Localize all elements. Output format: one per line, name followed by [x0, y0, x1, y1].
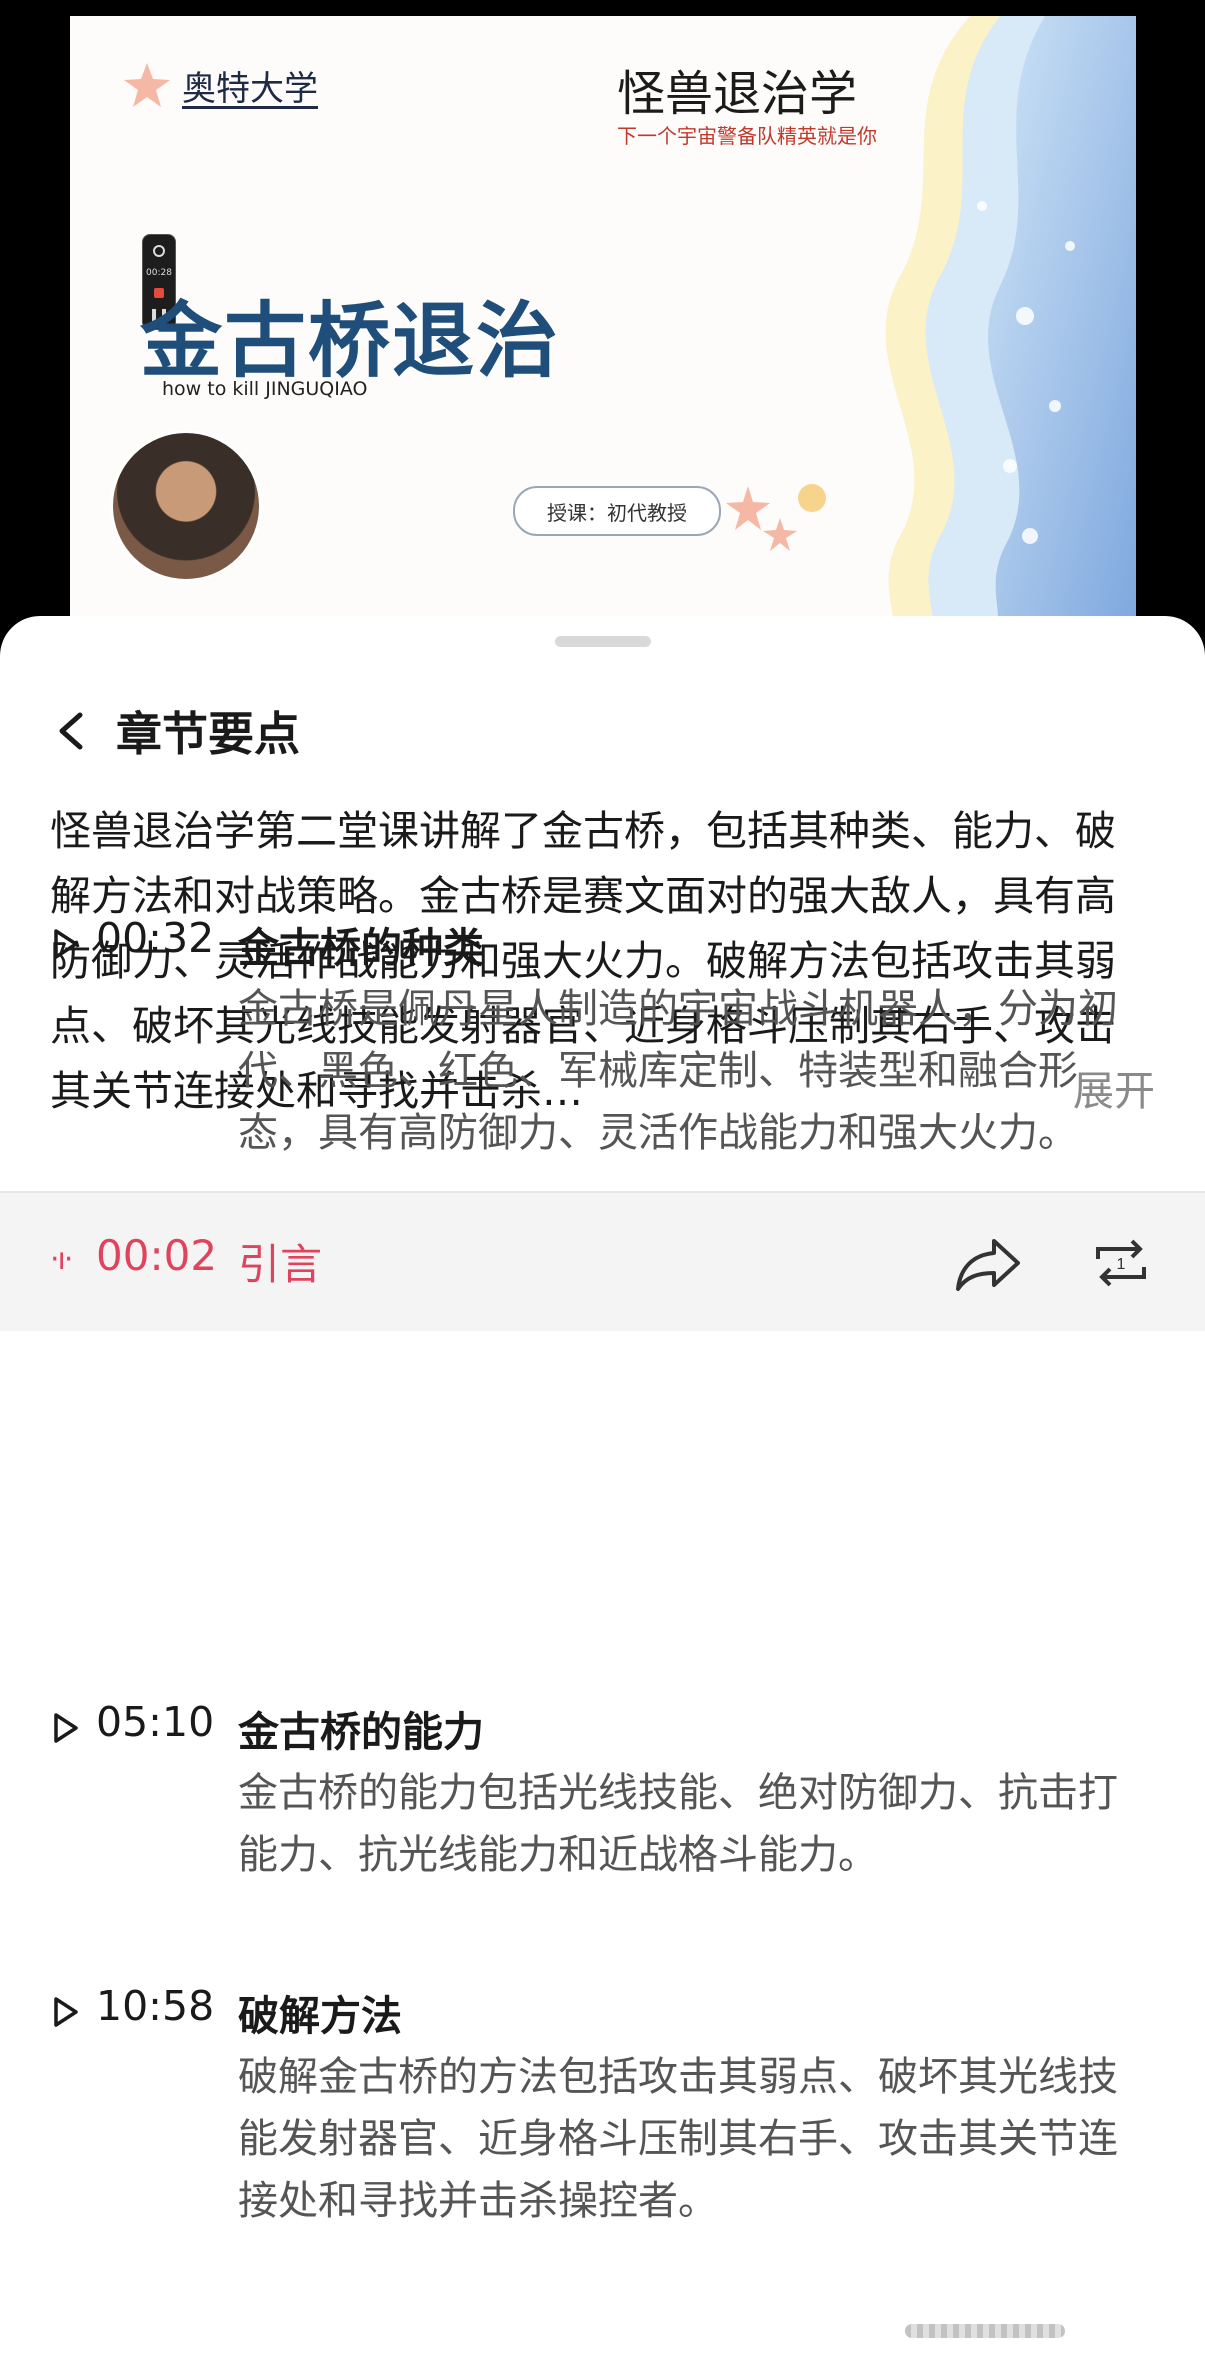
video-player[interactable]: 奥特大学 怪兽退治学 下一个宇宙警备队精英就是你 00:28 ❚❚ 金古桥退治 … [70, 16, 1136, 626]
chapter-notes-sheet: 章节要点 怪兽退治学第二堂课讲解了金古桥，包括其种类、能力、破解方法和对战策略。… [0, 616, 1205, 2353]
chapter-description: 金古桥是佩丹星人制造的宇宙战斗机器人，分为初代、黑色、红色、军械库定制、特装型和… [238, 986, 1118, 1156]
current-chapter-row[interactable]: ·ı· 00:02 引言 1 [0, 1191, 1205, 1331]
university-brand: 奥特大学 [122, 60, 318, 110]
chapter-time[interactable]: 00:32 [96, 914, 214, 962]
chapter-title: 破解方法 [238, 1992, 402, 2040]
shells-decoration-icon [726, 484, 826, 551]
chapter-title: 引言 [238, 1240, 323, 1289]
course-title: 怪兽退治学 [617, 66, 858, 122]
teacher-label: 授课：初代教授 [513, 486, 721, 536]
playing-indicator-icon: ·ı· [50, 1242, 73, 1277]
slide-title: 金古桥退治 [140, 294, 561, 389]
chapter-description: 金古桥的能力包括光线技能、绝对防御力、抗击打能力、抗光线能力和近战格斗能力。 [238, 1770, 1118, 1878]
sheet-title: 章节要点 [116, 707, 300, 761]
chapter-time[interactable]: 10:58 [96, 1982, 214, 2030]
loop-single-icon[interactable]: 1 [1090, 1233, 1152, 1293]
play-icon[interactable] [52, 1996, 80, 2028]
back-arrow-icon[interactable] [50, 709, 94, 753]
chapter-description: 破解金古桥的方法包括攻击其弱点、破坏其光线技能发射器官、近身格斗压制其右手、攻击… [238, 2054, 1118, 2224]
starfish-icon [124, 63, 170, 107]
chapter-title: 金古桥的能力 [238, 1708, 484, 1756]
play-icon[interactable] [52, 1712, 80, 1744]
chapter-time: 00:02 [96, 1231, 218, 1280]
university-name: 奥特大学 [182, 68, 318, 109]
watermark-bar [905, 2324, 1065, 2338]
chapter-time[interactable]: 05:10 [96, 1698, 214, 1746]
drag-handle[interactable] [555, 636, 651, 647]
chapter-title: 金古桥的种类 [238, 924, 484, 972]
sheet-header: 章节要点 [50, 696, 300, 766]
recorder-logo-icon [153, 245, 165, 257]
course-subtitle: 下一个宇宙警备队精英就是你 [617, 124, 877, 148]
play-icon[interactable] [52, 928, 80, 960]
share-icon[interactable] [952, 1233, 1024, 1293]
svg-text:1: 1 [1117, 1256, 1126, 1273]
presenter-avatar [110, 430, 262, 582]
slide-subtitle: how to kill JINGUQIAO [162, 378, 368, 400]
